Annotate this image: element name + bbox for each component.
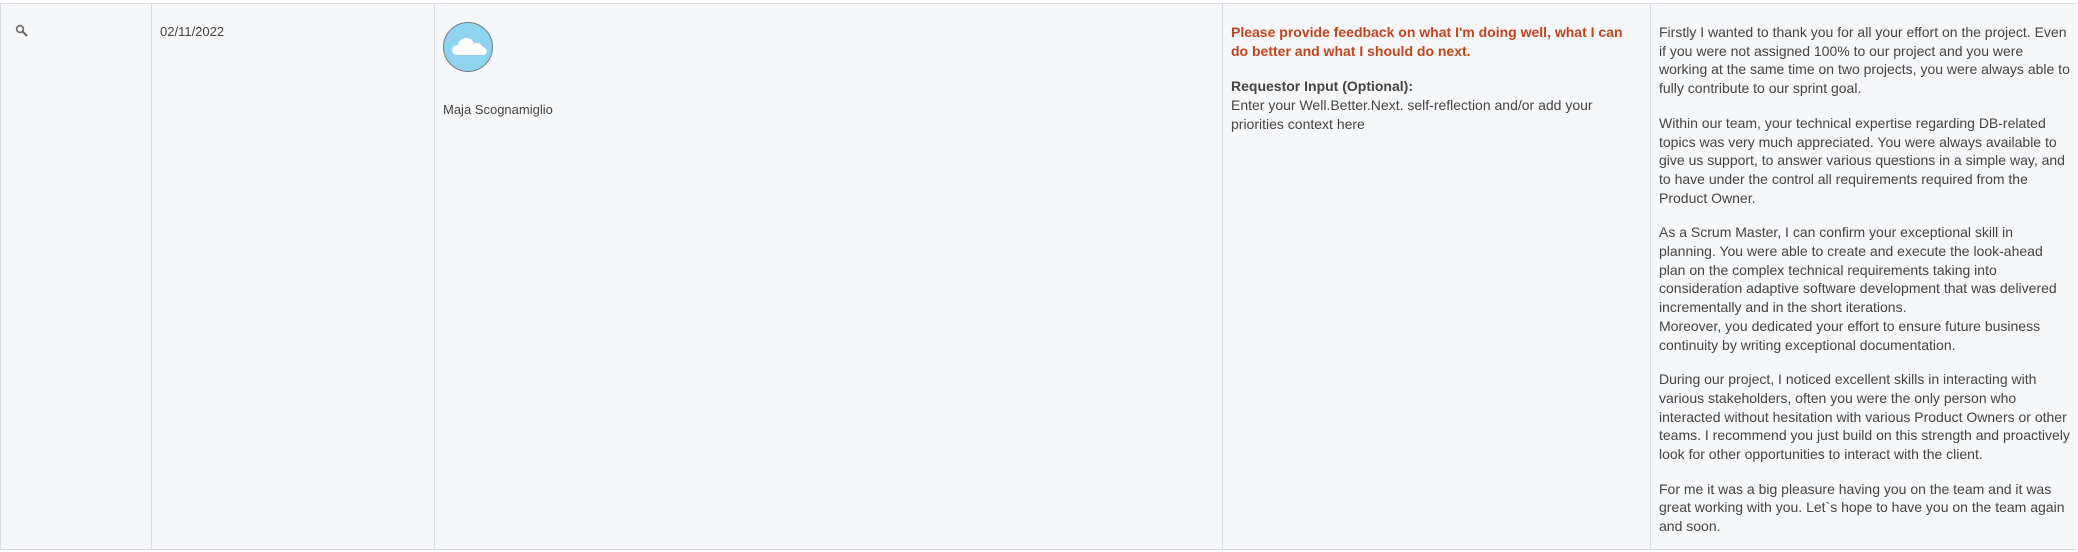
requestor-name[interactable]: Maja Scognamiglio xyxy=(443,102,553,117)
answer-paragraph: For me it was a big pleasure having you … xyxy=(1659,480,2065,535)
feedback-prompt: Please provide feedback on what I'm doin… xyxy=(1231,24,1623,59)
answer-paragraph: As a Scrum Master, I can confirm your ex… xyxy=(1659,224,2057,316)
requestor-cell: Maja Scognamiglio xyxy=(435,4,1223,549)
requestor-input-label: Requestor Input (Optional): xyxy=(1231,78,1413,94)
date-cell: 02/11/2022 xyxy=(152,4,435,549)
question-block: Please provide feedback on what I'm doin… xyxy=(1231,23,1641,134)
answer-paragraph: Moreover, you dedicated your effort to e… xyxy=(1659,317,2041,353)
table-row: 02/11/2022 Maja Scognamiglio Please prov… xyxy=(0,3,2077,550)
avatar[interactable] xyxy=(443,22,493,72)
requestor-input-text: Enter your Well.Better.Next. self-reflec… xyxy=(1231,97,1593,132)
answer-paragraph: During our project, I noticed excellent … xyxy=(1659,371,2070,463)
feedback-cell: Firstly I wanted to thank you for all yo… xyxy=(1651,4,2078,549)
answer-paragraph: Within our team, your technical expertis… xyxy=(1659,114,2065,206)
feedback-answer: Firstly I wanted to thank you for all yo… xyxy=(1659,23,2071,552)
feedback-table: 02/11/2022 Maja Scognamiglio Please prov… xyxy=(0,0,2078,550)
search-icon[interactable] xyxy=(15,24,28,37)
request-date: 02/11/2022 xyxy=(160,24,225,39)
answer-paragraph: Firstly I wanted to thank you for all yo… xyxy=(1659,24,2070,97)
question-cell: Please provide feedback on what I'm doin… xyxy=(1223,4,1651,549)
preview-cell xyxy=(1,4,152,549)
cloud-icon xyxy=(452,37,487,55)
